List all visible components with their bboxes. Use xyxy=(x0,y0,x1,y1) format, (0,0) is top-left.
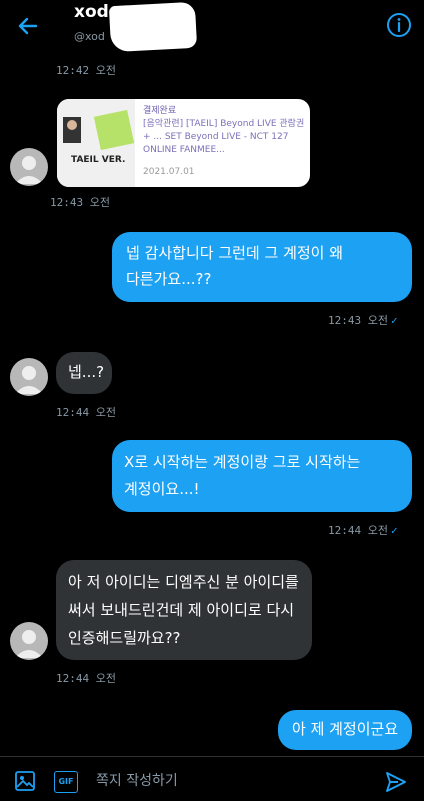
message-text: 아 저 아이디는 디엠주신 분 아이디를 xyxy=(68,573,299,591)
card-text: [음악관련] [TAEIL] Beyond LIVE 관람권 + ... SET… xyxy=(143,119,305,155)
card-thumb-label: TAEIL VER. xyxy=(71,155,126,165)
conversation-title: xod xyxy=(74,2,109,22)
avatar[interactable] xyxy=(10,622,48,660)
message-timestamp: 12:44 오전 xyxy=(56,406,116,419)
received-message-bubble[interactable]: 아 저 아이디는 디엠주신 분 아이디를 써서 보내드린건데 제 아이디로 다시… xyxy=(56,560,312,660)
message-text: 계정이요...! xyxy=(124,480,200,498)
message-text: 써서 보내드린건데 제 아이디로 다시 xyxy=(68,601,295,619)
sent-message-bubble[interactable]: X로 시작하는 계정이랑 그로 시작하는 계정이요...! xyxy=(112,440,412,512)
received-message-bubble[interactable]: 넵...? xyxy=(56,352,112,394)
gif-icon[interactable]: GIF xyxy=(54,771,78,793)
card-thumbnail: TAEIL VER. xyxy=(57,99,135,187)
read-check-icon: ✓ xyxy=(390,524,398,537)
arrow-left-icon[interactable] xyxy=(14,12,42,40)
conversation-handle: @xod xyxy=(74,30,105,43)
card-status: 결제완료 xyxy=(143,106,177,116)
message-timestamp: 12:43 오전 xyxy=(50,196,110,209)
sent-message-bubble[interactable]: 아 제 계정이군요 xyxy=(278,710,412,750)
sent-timestamp: 12:44 오전 ✓ xyxy=(328,522,398,538)
card-date: 2021.07.01 xyxy=(143,167,195,177)
message-text: 넵...? xyxy=(68,363,105,381)
message-text: 다른가요...?? xyxy=(126,270,212,288)
send-icon[interactable] xyxy=(384,770,408,798)
message-text: 넵 감사합니다 그런데 그 계정이 왜 xyxy=(126,244,344,262)
message-timestamp: 12:44 오전 xyxy=(328,524,388,537)
chat-header xyxy=(0,0,424,52)
read-check-icon: ✓ xyxy=(390,314,398,327)
gif-label: GIF xyxy=(58,777,74,786)
message-timestamp: 12:42 오전 xyxy=(56,64,116,77)
sent-timestamp: 12:43 오전 ✓ xyxy=(328,312,398,328)
message-text: 아 제 계정이군요 xyxy=(292,720,399,738)
payment-card-message[interactable]: TAEIL VER. 결제완료 [음악관련] [TAEIL] Beyond LI… xyxy=(57,99,310,187)
image-icon[interactable] xyxy=(14,770,36,796)
sent-message-bubble[interactable]: 넵 감사합니다 그런데 그 계정이 왜 다른가요...?? xyxy=(112,232,412,302)
message-timestamp: 12:44 오전 xyxy=(56,672,116,685)
compose-input[interactable]: 쪽지 작성하기 xyxy=(96,770,178,790)
message-text: 인증해드릴까요?? xyxy=(68,629,181,647)
redaction-mark xyxy=(108,1,198,53)
avatar[interactable] xyxy=(10,358,48,396)
avatar[interactable] xyxy=(10,148,48,186)
message-text: X로 시작하는 계정이랑 그로 시작하는 xyxy=(124,453,361,471)
card-description: 결제완료 [음악관련] [TAEIL] Beyond LIVE 관람권 + ..… xyxy=(143,105,307,157)
info-icon[interactable] xyxy=(386,12,412,38)
message-timestamp: 12:43 오전 xyxy=(328,314,388,327)
